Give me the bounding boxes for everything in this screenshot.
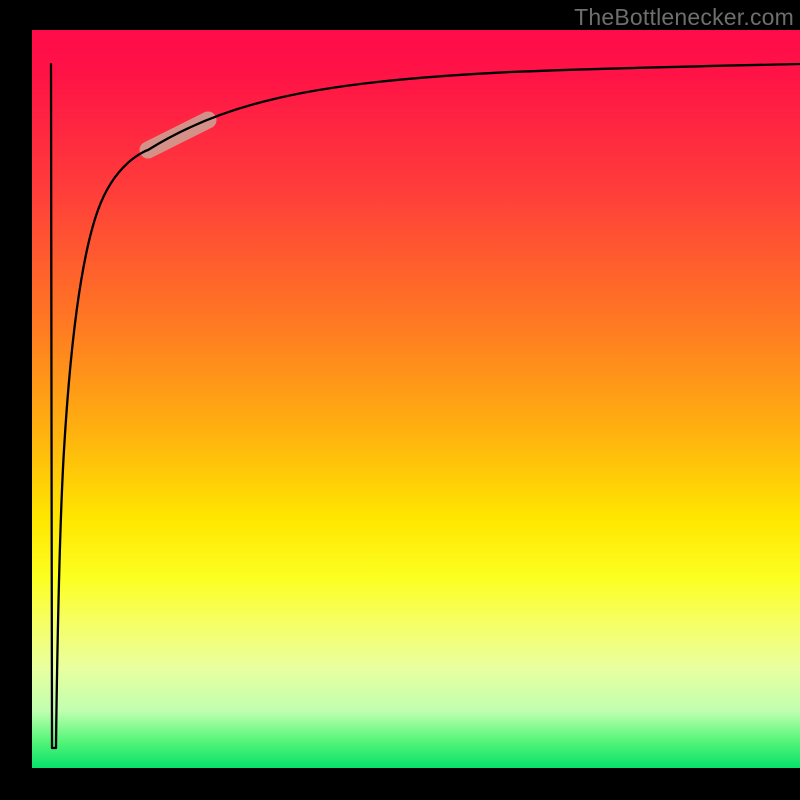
- chart-curve-layer: [30, 30, 800, 770]
- main-curve: [51, 64, 800, 748]
- bottleneck-chart: TheBottlenecker.com: [0, 0, 800, 800]
- x-axis: [30, 768, 800, 770]
- watermark-text: TheBottlenecker.com: [574, 4, 794, 31]
- y-axis: [30, 30, 32, 770]
